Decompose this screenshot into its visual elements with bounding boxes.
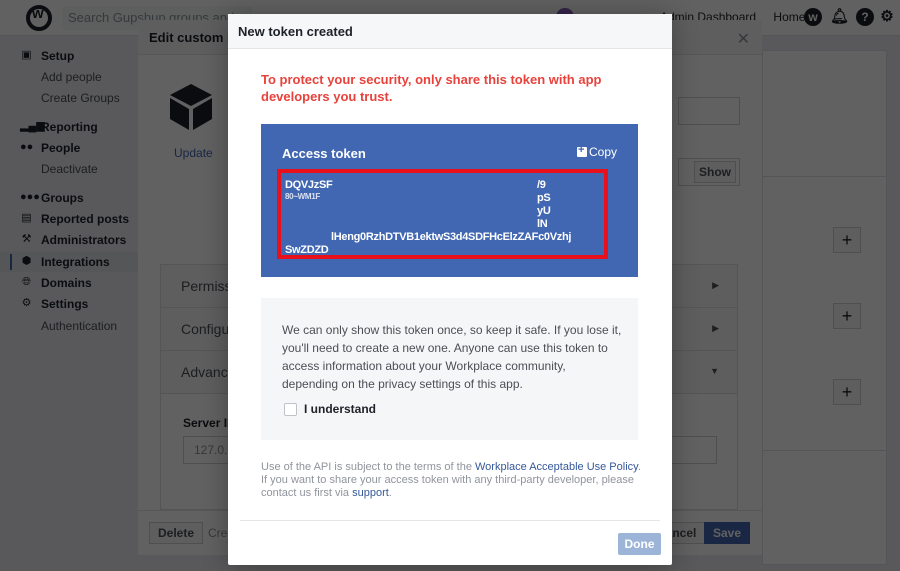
access-token-box: Access token Copy DQVJzSF 80~WM1F /9 pS …: [261, 124, 638, 277]
understand-checkbox[interactable]: [284, 403, 297, 416]
acceptable-use-policy-link[interactable]: Workplace Acceptable Use Policy: [475, 461, 638, 473]
access-token-label: Access token: [282, 146, 366, 161]
copy-button[interactable]: Copy: [576, 144, 617, 159]
token-highlight-frame: DQVJzSF 80~WM1F /9 pS yU lN lHeng0RzhDTV…: [277, 169, 608, 259]
terms-text: Use of the API is subject to the terms o…: [261, 461, 641, 499]
new-token-dialog: New token created To protect your securi…: [228, 14, 672, 565]
security-warning: To protect your security, only share thi…: [261, 72, 602, 104]
copy-icon: [576, 144, 587, 157]
token-info-text: We can only show this token once, so kee…: [282, 323, 622, 391]
dialog-footer-divider: [240, 520, 660, 521]
token-info-box: We can only show this token once, so kee…: [261, 298, 638, 440]
understand-label[interactable]: I understand: [304, 402, 376, 416]
support-link[interactable]: support: [352, 487, 389, 499]
dialog-title: New token created: [228, 14, 672, 49]
done-button[interactable]: Done: [618, 533, 661, 555]
